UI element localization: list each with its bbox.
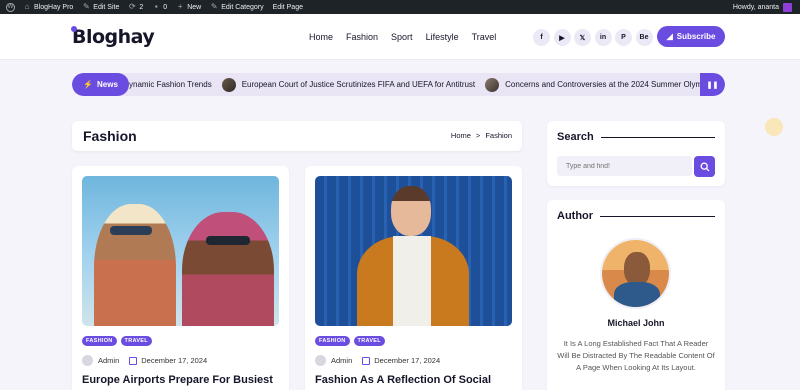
tag-travel[interactable]: TRAVEL: [120, 336, 152, 346]
post-card: FASHION TRAVEL Admin December 17, 2024 F…: [305, 166, 522, 390]
admin-edit-page[interactable]: Edit Page: [273, 4, 303, 11]
nav-item-travel[interactable]: Travel: [472, 32, 497, 42]
breadcrumb: Home > Fashion: [451, 131, 512, 140]
x-icon[interactable]: 𝕏: [574, 29, 591, 46]
admin-edit-category[interactable]: ✎ Edit Category: [210, 2, 264, 11]
updates-icon: ⟳: [129, 2, 136, 11]
admin-comments[interactable]: ▪ 0: [152, 3, 167, 11]
author-photo: [600, 238, 671, 309]
post-meta: Admin December 17, 2024: [82, 355, 207, 366]
logo-dot: [71, 26, 77, 32]
tag-travel[interactable]: TRAVEL: [353, 336, 385, 346]
admin-edit-site[interactable]: ✎ Edit Site: [82, 3, 119, 11]
wordpress-icon[interactable]: W: [6, 2, 15, 12]
subscribe-button[interactable]: ◢ Subscribe: [657, 26, 725, 47]
admin-updates[interactable]: ⟳ 2: [128, 3, 143, 11]
nav-item-sport[interactable]: Sport: [391, 32, 413, 42]
post-card: FASHION TRAVEL Admin December 17, 2024 E…: [72, 166, 289, 390]
admin-account[interactable]: Howdy, ananta: [733, 0, 792, 14]
brush-icon: ✎: [82, 2, 90, 11]
behance-icon[interactable]: Be: [635, 29, 653, 46]
linkedin-icon[interactable]: in: [594, 29, 612, 46]
decorative-circle: [765, 118, 783, 136]
bolt-icon: ⚡: [83, 80, 94, 89]
post-tags: FASHION TRAVEL: [315, 336, 389, 346]
post-image[interactable]: [315, 176, 512, 326]
avatar: [783, 2, 792, 12]
pinterest-icon[interactable]: P: [615, 29, 632, 46]
facebook-icon[interactable]: f: [533, 29, 550, 46]
person-left: [94, 204, 176, 326]
home-icon: ⌂: [24, 2, 30, 11]
search-button[interactable]: [694, 156, 715, 177]
news-ticker: ⚡ News ynamic Fashion Trends European Co…: [72, 73, 725, 96]
ticker-item[interactable]: Concerns and Controversies at the 2024 S…: [485, 77, 707, 92]
admin-new[interactable]: + New: [176, 3, 201, 11]
post-tags: FASHION TRAVEL: [82, 336, 156, 346]
admin-site-name[interactable]: ⌂ BlogHay Pro: [23, 2, 74, 11]
author-avatar: [82, 355, 93, 366]
search-icon: [700, 162, 709, 171]
social-links: f ▶ 𝕏 in P Be: [533, 29, 656, 46]
site-logo[interactable]: Bloghay: [71, 26, 155, 48]
author-widget-title: Author: [557, 210, 715, 222]
page-title: Fashion: [83, 128, 137, 144]
site-header: Bloghay Home Fashion Sport Lifestyle Tra…: [0, 14, 800, 60]
person-head: [391, 186, 431, 236]
post-author[interactable]: Admin: [98, 356, 119, 365]
news-label: ⚡ News: [72, 73, 129, 96]
pencil-icon: ✎: [210, 2, 218, 11]
nav-item-fashion[interactable]: Fashion: [346, 32, 378, 42]
main-nav: Home Fashion Sport Lifestyle Travel: [309, 32, 509, 42]
sunglasses-right: [206, 236, 250, 245]
post-date: December 17, 2024: [374, 356, 441, 365]
ticker-thumbnail: [485, 77, 500, 92]
send-icon: ◢: [666, 32, 673, 41]
author-avatar: [315, 355, 326, 366]
ticker-item[interactable]: European Court of Justice Scrutinizes FI…: [221, 77, 475, 92]
author-widget: Author Michael John It Is A Long Establi…: [547, 200, 725, 390]
admin-bar: W ⌂ BlogHay Pro ✎ Edit Site ⟳ 2 ▪ 0 + New ✎ Ed…: [0, 0, 800, 14]
author-bio: It Is A Long Established Fact That A Rea…: [557, 339, 715, 372]
search-input[interactable]: [557, 156, 692, 176]
breadcrumb-current: Fashion: [485, 131, 512, 140]
post-author[interactable]: Admin: [331, 356, 352, 365]
tag-fashion[interactable]: FASHION: [315, 336, 350, 346]
pause-icon: ❚❚: [706, 81, 719, 89]
post-title[interactable]: Fashion As A Reflection Of Social: [315, 374, 491, 386]
nav-item-home[interactable]: Home: [309, 32, 333, 42]
plus-icon: +: [177, 2, 183, 11]
search-widget: Search: [547, 121, 725, 186]
author-name: Michael John: [607, 318, 665, 328]
post-image[interactable]: [82, 176, 279, 326]
ticker-item[interactable]: ynamic Fashion Trends: [129, 80, 212, 89]
calendar-icon: [129, 356, 138, 365]
post-date: December 17, 2024: [141, 356, 208, 365]
nav-item-lifestyle[interactable]: Lifestyle: [426, 32, 459, 42]
search-widget-title: Search: [557, 131, 715, 143]
ticker-thumbnail: [221, 77, 236, 92]
tag-fashion[interactable]: FASHION: [82, 336, 117, 346]
person-right: [182, 212, 274, 326]
comment-icon: ▪: [154, 2, 158, 11]
pause-button[interactable]: ❚❚: [700, 73, 725, 96]
post-title[interactable]: Europe Airports Prepare For Busiest: [82, 374, 273, 386]
youtube-icon[interactable]: ▶: [553, 29, 571, 46]
ticker-track: ynamic Fashion Trends European Court of …: [129, 73, 717, 96]
chevron-right-icon: >: [475, 131, 481, 140]
post-meta: Admin December 17, 2024: [315, 355, 440, 366]
calendar-icon: [362, 356, 371, 365]
breadcrumb-home[interactable]: Home: [451, 131, 471, 140]
sunglasses-left: [110, 226, 152, 235]
person-sweater: [393, 236, 431, 326]
page-title-card: Fashion Home > Fashion: [72, 121, 522, 151]
